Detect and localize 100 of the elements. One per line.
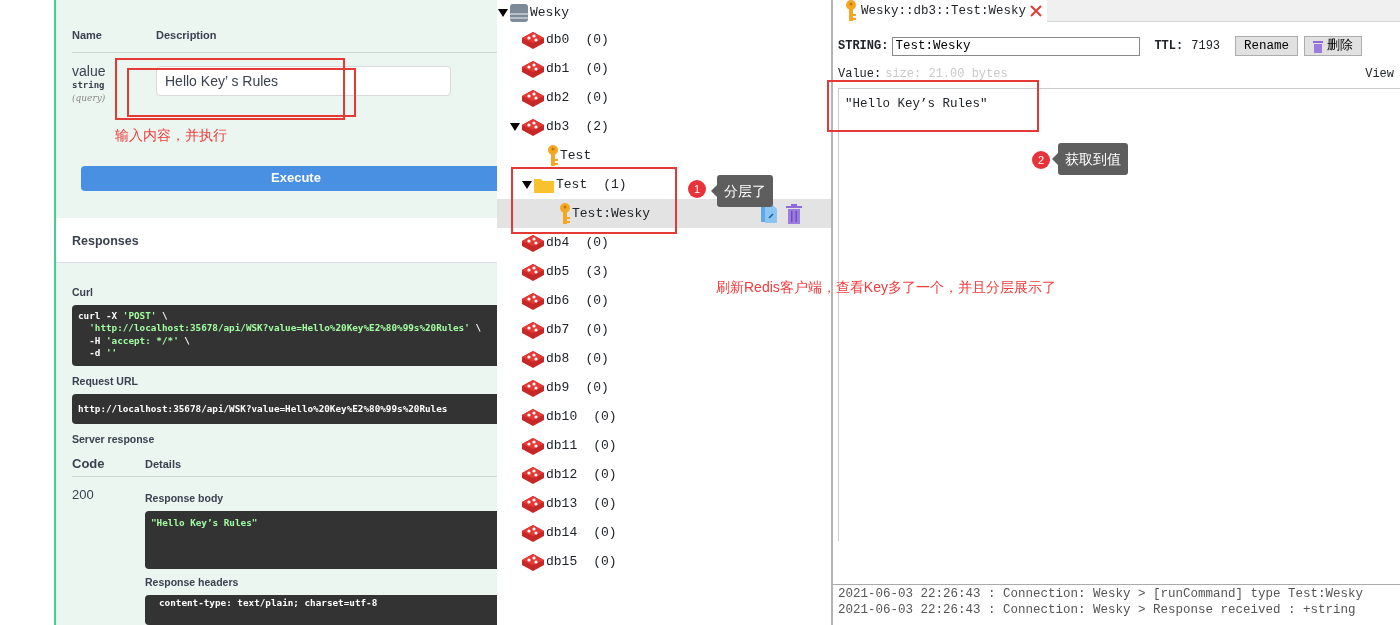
item-count: (0)	[585, 88, 609, 107]
database-icon	[521, 29, 545, 50]
column-header: Description	[156, 28, 217, 43]
tree-item-label[interactable]: Wesky	[530, 2, 569, 23]
item-count: (3)	[585, 262, 609, 281]
item-count: (0)	[585, 320, 609, 339]
tree-item-label[interactable]: db4	[546, 232, 570, 253]
key-icon	[547, 144, 559, 167]
item-count: (0)	[585, 59, 609, 78]
value-text: "Hello Key’s Rules"	[845, 97, 988, 111]
database-icon	[521, 377, 545, 398]
code-line: curl -X 'POST' \	[78, 309, 169, 323]
annotation-note: 刷新Redis客户端，查看Key多了一个，并且分层展示了	[716, 280, 1056, 294]
key-icon	[845, 0, 857, 22]
expanded-arrow-icon[interactable]	[510, 121, 520, 132]
tree-item-label[interactable]: db1	[546, 58, 570, 79]
tree-item-label[interactable]: db10	[546, 406, 578, 427]
code-line: content-type: text/plain; charset=utf-8	[159, 596, 378, 608]
close-icon	[1030, 5, 1043, 17]
log-line: 2021-06-03 22:26:43 : Connection: Wesky > [runCommand] type Test:Wesky	[838, 586, 1365, 602]
code-line: -H 'accept: */*' \	[88, 334, 191, 348]
server-icon	[509, 2, 529, 23]
trash-icon	[1313, 39, 1324, 53]
tree-item-label[interactable]: Test	[560, 145, 592, 166]
database-icon	[521, 232, 545, 253]
tree-item-label[interactable]: db12	[546, 464, 578, 485]
database-icon	[521, 261, 545, 282]
database-icon	[521, 58, 545, 79]
item-count: (0)	[585, 233, 609, 252]
expanded-arrow-icon[interactable]	[498, 7, 508, 18]
item-count: (0)	[585, 378, 609, 397]
key-name-input[interactable]: Test:Wesky	[892, 36, 1141, 56]
tree-item-label[interactable]: db7	[546, 319, 570, 340]
section-label: Curl	[72, 285, 94, 300]
tree-item-label[interactable]: db8	[546, 348, 570, 369]
section-title: Responses	[72, 233, 140, 250]
key-type-label: STRING:	[838, 38, 889, 55]
code-line: "Hello Key’s Rules"	[151, 517, 258, 528]
item-count: (0)	[593, 465, 617, 484]
callout-tooltip: 分层了	[717, 175, 773, 207]
annotation-note: 输入内容，并执行	[115, 128, 227, 142]
copy-link-icon[interactable]	[760, 204, 778, 224]
item-count: (0)	[593, 523, 617, 542]
tree-item-label[interactable]: Test	[556, 174, 588, 195]
tree-item-label[interactable]: db9	[546, 377, 570, 398]
trash-icon[interactable]	[786, 204, 802, 224]
item-count: (0)	[593, 436, 617, 455]
tree-item-label[interactable]: db3	[546, 116, 570, 137]
status-code: 200	[72, 486, 95, 505]
view-label: View	[1365, 67, 1394, 81]
tree-item-label[interactable]: db11	[546, 435, 578, 456]
value-input[interactable]: Hello Key’ s Rules	[156, 65, 451, 96]
column-header: Details	[145, 456, 182, 472]
item-count: (2)	[585, 117, 609, 136]
item-count: (0)	[593, 552, 617, 571]
database-icon	[521, 87, 545, 108]
parameter-location: (query)	[72, 92, 107, 105]
item-count: (0)	[593, 407, 617, 426]
database-icon	[521, 522, 545, 543]
tab-title: Wesky::db3::Test:Wesky	[861, 2, 1027, 20]
tree-row-selected[interactable]: Test:Wesky	[497, 199, 831, 228]
tree-item-label[interactable]: db0	[546, 29, 570, 50]
database-icon	[521, 290, 545, 311]
callout-pointer-icon	[1052, 153, 1058, 165]
callout-tooltip: 获取到值	[1058, 143, 1128, 175]
database-icon	[521, 348, 545, 369]
ttl-value: 7193	[1191, 38, 1221, 55]
log-line: 2021-06-03 22:26:43 : Connection: Wesky > Response received : +string	[838, 602, 1357, 618]
ttl-label: TTL:	[1154, 38, 1184, 55]
tree-item-label[interactable]: db2	[546, 87, 570, 108]
database-icon	[521, 551, 545, 572]
database-icon	[521, 406, 545, 427]
code-line: -d ''	[88, 347, 119, 360]
database-icon	[521, 319, 545, 340]
item-count: (0)	[585, 349, 609, 368]
editor-tab[interactable]: Wesky::db3::Test:Wesky	[833, 0, 1048, 22]
item-count: (0)	[585, 291, 609, 310]
section-label: Response headers	[145, 575, 240, 590]
tree-item-label[interactable]: db5	[546, 261, 570, 282]
parameter-type: string	[72, 78, 106, 92]
item-count: (0)	[593, 494, 617, 513]
section-label: Request URL	[72, 373, 139, 389]
tree-item-label[interactable]: db15	[546, 551, 578, 572]
step-number: 2	[1032, 151, 1050, 169]
request-url-block: http://localhost:35678/api/WSK?value=Hello%20Key%E2%80%99s%20Rules	[72, 393, 497, 424]
tree-item-label[interactable]: db14	[546, 522, 578, 543]
rename-button[interactable]: Rename	[1235, 36, 1299, 56]
tree-item-label[interactable]: db13	[546, 493, 578, 514]
callout-pointer-icon	[711, 185, 717, 197]
delete-button[interactable]: 删除	[1304, 36, 1363, 56]
step-number: 1	[688, 180, 706, 198]
item-count: (1)	[603, 175, 627, 194]
database-icon	[521, 493, 545, 514]
tree-item-label[interactable]: db6	[546, 290, 570, 311]
column-header: Code	[72, 455, 106, 473]
tree-item-label[interactable]: Test:Wesky	[572, 203, 650, 224]
expanded-arrow-icon[interactable]	[522, 179, 532, 190]
database-icon	[521, 464, 545, 485]
parameter-name: value	[72, 62, 107, 79]
database-icon	[521, 116, 545, 137]
